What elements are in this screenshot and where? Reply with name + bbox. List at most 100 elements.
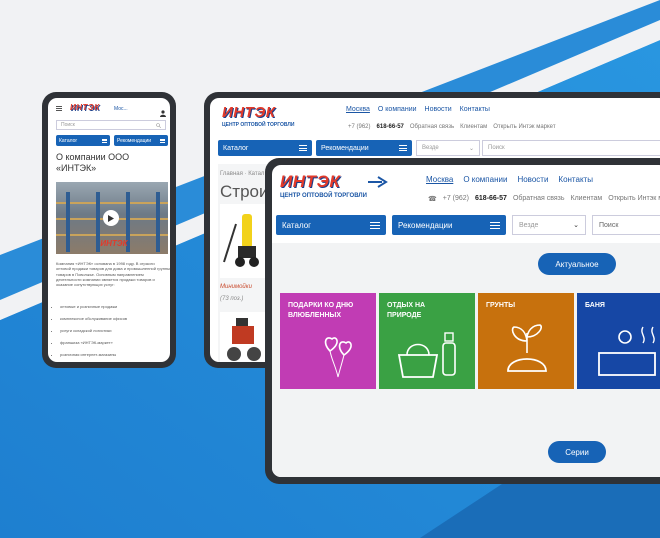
tablet-recommend-label: Рекомендации [321,144,369,152]
laptop-recommend-button[interactable]: Рекомендации [392,215,506,235]
laptop-about-link[interactable]: О компании [463,175,507,184]
laptop-scope-select[interactable]: Везде ⌄ [512,215,586,235]
sprout-icon [507,324,547,372]
breadcrumb-catalog[interactable]: Катал [248,171,264,177]
svg-text:ИНТЭК: ИНТЭК [100,239,128,248]
tablet-scope-label: Везде [422,145,439,151]
series-button[interactable]: Серии [548,441,606,463]
tablet-logo-subtitle: ЦЕНТР ОПТОВОЙ ТОРГОВЛИ [222,122,295,128]
phone-number[interactable]: 618-66-57 [475,195,507,203]
clients-link[interactable]: Клиентам [571,195,603,203]
laptop-device: ИНТЭК ЦЕНТР ОПТОВОЙ ТОРГОВЛИ Москва О ко… [265,158,660,484]
tablet-scope-select[interactable]: Везде ⌄ [416,140,480,156]
phone-screen: ИНТЭК Мос... Поиск Каталог Рекомендации … [48,98,170,362]
tile-sauna[interactable]: БАНЯ [577,293,660,389]
laptop-screen: ИНТЭК ЦЕНТР ОПТОВОЙ ТОРГОВЛИ Москва О ко… [272,165,660,477]
laptop-logo-subtitle: ЦЕНТР ОПТОВОЙ ТОРГОВЛИ [280,193,367,199]
search-icon[interactable] [156,122,161,128]
list-item: оптовые и розничные продажи [60,301,168,313]
tablet-breadcrumb: Главная · Катал [220,171,265,177]
actual-button[interactable]: Актуальное [538,253,616,275]
product-card[interactable] [220,312,268,362]
tile-valentines[interactable]: ПОДАРКИ КО ДНЮ ВЛЮБЛЕННЫХ [280,293,376,389]
tablet-catalog-button[interactable]: Каталог [218,140,312,156]
sauna-icon [598,326,656,376]
list-item: розничная интернет-магазины [60,349,168,361]
chevron-down-icon: ⌄ [468,145,474,152]
laptop-contacts-link[interactable]: Контакты [558,175,593,184]
feedback-link[interactable]: Обратная связь [410,124,454,130]
chevron-down-icon: ⌄ [573,222,579,229]
tablet-recommend-button[interactable]: Рекомендации [316,140,412,156]
phone-page-title: О компании ООО «ИНТЭК» [56,152,130,173]
phone-recommend-label: Рекомендации [117,137,152,144]
tile-title: ГРУНТЫ [486,302,516,309]
tile-soil[interactable]: ГРУНТЫ [478,293,574,389]
tablet-search-input[interactable]: Поиск [482,140,660,156]
hamburger-icon [160,138,165,143]
picnic-basket-icon [397,332,456,378]
laptop-news-link[interactable]: Новости [517,175,548,184]
cultivator-image [227,318,261,361]
list-item: комплексное обслуживание офисов [60,313,168,325]
tablet-contacts-link[interactable]: Контакты [460,106,490,113]
tablet-city-link[interactable]: Москва [346,106,370,113]
balloon-hearts-icon [324,337,352,378]
tablet-logo[interactable]: ИНТЭК [222,104,275,121]
laptop-city-link[interactable]: Москва [426,175,453,184]
list-item: услуги складской логистики [60,325,168,337]
market-link[interactable]: Открыть Интэк маркет [608,195,660,203]
laptop-logo[interactable]: ИНТЭК [280,172,340,192]
tile-title: ПОДАРКИ КО ДНЮ ВЛЮБЛЕННЫХ [288,302,354,319]
tablet-news-link[interactable]: Новости [425,106,452,113]
warehouse-image: ИНТЭК [56,182,168,254]
hamburger-icon [370,221,380,229]
list-item: франшиза «ИНТЭК-маркет» [60,337,168,349]
phone-search-input[interactable]: Поиск [56,120,166,130]
laptop-catalog-button[interactable]: Каталог [276,215,386,235]
play-video-button[interactable] [103,210,119,226]
tablet-search-placeholder: Поиск [488,145,505,151]
phone-menu-icon[interactable] [56,106,62,111]
phone-device: ИНТЭК Мос... Поиск Каталог Рекомендации … [42,92,176,368]
tablet-top-nav: Москва О компании Новости Контакты [346,106,490,113]
phone-logo[interactable]: ИНТЭК [70,103,100,112]
phone-prefix: +7 (962) [442,195,470,202]
play-icon [108,214,114,222]
phone-city[interactable]: Мос... [114,106,128,112]
phone-number[interactable]: 618-66-57 [377,124,404,130]
hamburger-icon [490,221,500,229]
phone-user-icon[interactable] [160,104,166,117]
laptop-top-nav: Москва О компании Новости Контакты [426,175,593,184]
tile-outdoors[interactable]: ОТДЫХ НА ПРИРОДЕ [379,293,475,389]
laptop-contact-row: ☎ +7 (962) 618-66-57 Обратная связь Клиен… [428,195,660,203]
laptop-recommend-label: Рекомендации [398,220,453,230]
hamburger-icon [102,138,107,143]
logo-arrow-icon [368,176,388,188]
phone-recommend-button[interactable]: Рекомендации [114,135,168,146]
clients-link[interactable]: Клиентам [460,124,487,130]
laptop-catalog-label: Каталог [282,220,312,230]
laptop-search-placeholder: Поиск [599,221,619,229]
laptop-scope-label: Везде [519,221,539,229]
breadcrumb-home[interactable]: Главная [220,171,243,177]
hamburger-icon [399,145,407,151]
pressure-washer-image [223,214,259,267]
phone-catalog-button[interactable]: Каталог [56,135,110,146]
product-card[interactable] [220,204,268,278]
feedback-link[interactable]: Обратная связь [513,195,565,203]
product-count: (73 поз.) [220,296,244,302]
market-link[interactable]: Открыть Интэк маркет [493,124,555,130]
phone-icon: ☎ [428,196,437,203]
tablet-catalog-label: Каталог [223,144,249,152]
phone-prefix: +7 (962) [348,124,371,130]
phone-body-text: Компания «ИНТЭК» основана в 1998 году. В… [56,261,170,288]
tablet-about-link[interactable]: О компании [378,106,417,113]
tile-title: ОТДЫХ НА ПРИРОДЕ [387,302,426,319]
laptop-search-input[interactable]: Поиск [592,215,660,235]
tile-title: БАНЯ [585,302,605,309]
hamburger-icon [299,145,307,151]
phone-catalog-label: Каталог [59,137,78,144]
phone-search-placeholder: Поиск [61,122,75,128]
product-label[interactable]: Минимойки [220,284,252,290]
